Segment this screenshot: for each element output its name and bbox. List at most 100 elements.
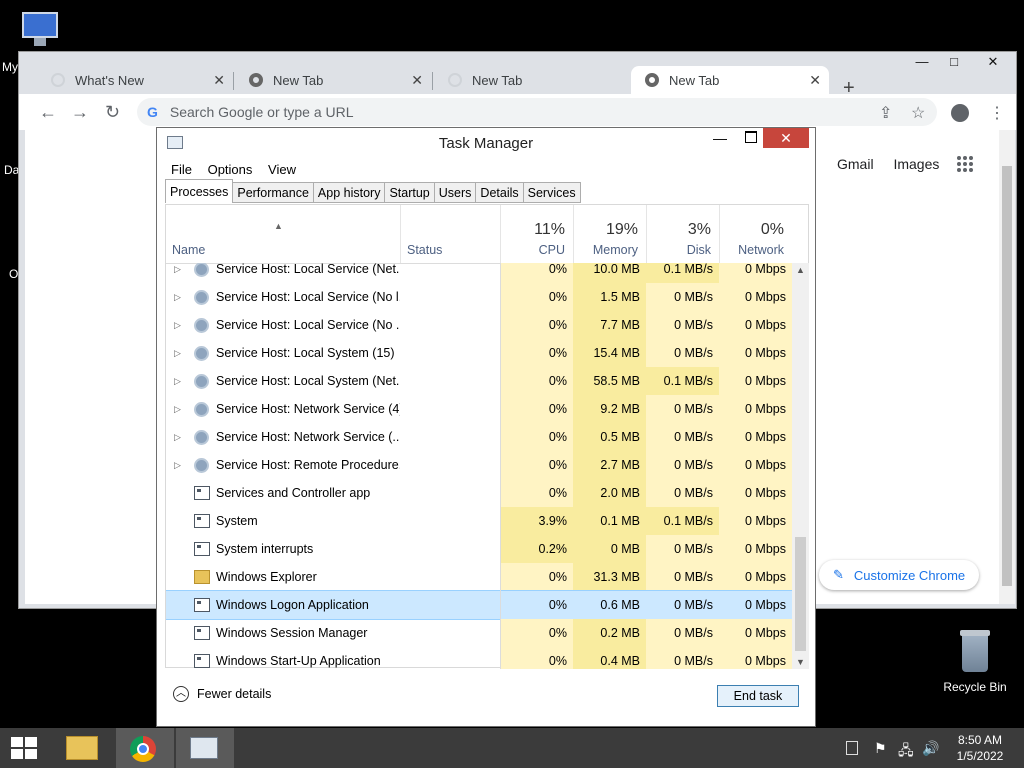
close-tab-icon[interactable]: ✕ [809,72,821,89]
page-scrollbar-thumb[interactable] [1002,166,1012,586]
cpu-percent: 11% [534,221,565,238]
table-row[interactable]: ▷ Service Host: Local Service (No l... 0% 1… [166,283,792,311]
expand-icon[interactable]: ▷ [174,423,181,451]
memory-value: 0 MB [573,535,646,563]
tab-label: New Tab [472,72,523,88]
column-memory[interactable]: 19% Memory [573,205,646,263]
scroll-down-icon[interactable]: ▼ [792,657,809,667]
tab-performance[interactable]: Performance [233,182,314,203]
omnibox-input[interactable]: Search Google or type a URL [170,104,354,120]
expand-icon[interactable]: ▷ [174,263,181,283]
volume-icon[interactable]: 🔊 [922,740,939,757]
google-apps-icon[interactable] [957,156,973,172]
tab-processes[interactable]: Processes [165,179,234,203]
processes-scrollbar[interactable]: ▲ ▼ [792,263,809,669]
google-icon: G [147,104,158,120]
table-row[interactable]: Windows Logon Application 0% 0.6 MB 0 MB/s 0… [166,590,792,620]
start-button[interactable] [0,728,58,768]
expand-icon[interactable]: ▷ [174,283,181,311]
process-name: Services and Controller app [216,486,371,500]
menu-file[interactable]: File [171,162,192,177]
desktop-label-o: O [9,267,19,281]
memory-value: 0.6 MB [600,598,640,612]
expand-icon[interactable]: ▷ [174,395,181,423]
disk-value: 0 MB/s [646,619,719,647]
tab-services[interactable]: Services [523,182,581,203]
recycle-bin[interactable]: Recycle Bin [940,630,1010,694]
menu-icon[interactable]: ⋮ [989,103,1005,123]
end-task-button[interactable]: End task [717,685,799,707]
processes-scrollbar-thumb[interactable] [795,537,806,651]
task-manager-tabs: Processes Performance App history Startu… [165,179,581,204]
back-icon[interactable]: ← [39,102,57,123]
flag-icon[interactable]: ⚑ [874,740,887,757]
share-icon[interactable]: ⇪ [879,103,892,123]
tab-details[interactable]: Details [476,182,524,203]
network-value: 0 Mbps [719,395,792,423]
customize-chrome-button[interactable]: ✎ Customize Chrome [819,560,979,590]
expand-icon[interactable]: ▷ [174,367,181,395]
network-value: 0 Mbps [719,423,792,451]
task-manager-footer: ︿ Fewer details End task [157,670,815,726]
expand-icon[interactable]: ▷ [174,339,181,367]
table-row[interactable]: ▷ Service Host: Local System (Net... 0% 58.… [166,367,792,395]
minimize-button[interactable]: — [713,130,727,146]
table-row[interactable]: System interrupts 0.2% 0 MB 0 MB/s 0 Mbps [166,535,792,563]
table-row[interactable]: Windows Session Manager 0% 0.2 MB 0 MB/s 0 M… [166,619,792,647]
tab-whats-new[interactable]: What's New ✕ [37,66,233,94]
table-header: ▲ Name Status 11% CPU 19% Memory 3% Disk… [166,205,809,264]
expand-icon[interactable]: ▷ [174,311,181,339]
profile-icon[interactable] [951,104,969,122]
my-computer-icon[interactable] [18,12,60,48]
column-status-header[interactable]: Status [400,205,500,263]
clock[interactable]: 8:50 AM 1/5/2022 [940,732,1020,764]
disk-value: 0 MB/s [646,563,719,591]
menu-view[interactable]: View [268,162,296,177]
maximize-button[interactable] [745,131,757,143]
table-row[interactable]: ▷ Service Host: Network Service (... 0% 0.5… [166,423,792,451]
file-explorer-taskbar-button[interactable] [56,728,114,768]
column-cpu[interactable]: 11% CPU [500,205,573,263]
close-button[interactable]: ✕ [763,128,809,148]
tab-startup[interactable]: Startup [385,182,435,203]
table-row[interactable]: ▷ Service Host: Network Service (4) 0% 9.2 … [166,395,792,423]
omnibox[interactable]: G Search Google or type a URL [137,98,937,126]
tab-new-tab-active[interactable]: New Tab ✕ [631,66,829,94]
forward-icon[interactable]: → [71,102,89,123]
tab-users[interactable]: Users [434,182,477,203]
table-row[interactable]: ▷ Service Host: Local System (15) 0% 15.4 M… [166,339,792,367]
reload-icon[interactable]: ↻ [105,102,120,123]
tab-new-tab[interactable]: New Tab [434,66,630,94]
menu-options[interactable]: Options [208,162,253,177]
scroll-up-icon[interactable]: ▲ [792,265,809,275]
table-row[interactable]: ▷ Service Host: Local Service (Net... 0% 10… [166,263,792,283]
network-icon[interactable]: 🖧 [898,740,914,764]
table-row[interactable]: ▷ Service Host: Local Service (No ... 0% 7.… [166,311,792,339]
close-tab-icon[interactable]: ✕ [213,72,225,89]
table-row[interactable]: Services and Controller app 0% 2.0 MB 0 MB/… [166,479,792,507]
gmail-link[interactable]: Gmail [837,156,874,172]
images-link[interactable]: Images [893,156,939,172]
table-row[interactable]: Windows Explorer 0% 31.3 MB 0 MB/s 0 Mbps [166,563,792,591]
expand-icon[interactable]: ▷ [174,451,181,479]
table-row[interactable]: System 3.9% 0.1 MB 0.1 MB/s 0 Mbps [166,507,792,535]
task-manager-taskbar-button[interactable] [176,728,234,768]
folder-icon [194,570,210,584]
cpu-value: 0% [500,395,573,423]
bookmark-star-icon[interactable]: ☆ [911,103,925,123]
taskbar: ⚑ 🖧 🔊 8:50 AM 1/5/2022 [0,728,1024,768]
action-center-icon[interactable] [846,741,858,755]
column-name[interactable]: Name [172,243,205,257]
tab-app-history[interactable]: App history [313,182,386,203]
chrome-taskbar-button[interactable] [116,728,174,768]
column-disk[interactable]: 3% Disk [646,205,719,263]
tab-strip: What's New ✕ New Tab ✕ New Tab New Tab ✕… [19,62,1016,99]
table-row[interactable]: Windows Start-Up Application 0% 0.4 MB 0 MB… [166,647,792,669]
tab-new-tab[interactable]: New Tab ✕ [235,66,431,94]
table-row[interactable]: ▷ Service Host: Remote Procedure... 0% 2.7 … [166,451,792,479]
process-name: Service Host: Local System (15) [216,346,395,360]
close-tab-icon[interactable]: ✕ [411,72,423,89]
page-scrollbar[interactable] [999,130,1015,604]
column-network[interactable]: 0% Network [719,205,792,263]
fewer-details-button[interactable]: ︿ Fewer details [173,686,271,702]
